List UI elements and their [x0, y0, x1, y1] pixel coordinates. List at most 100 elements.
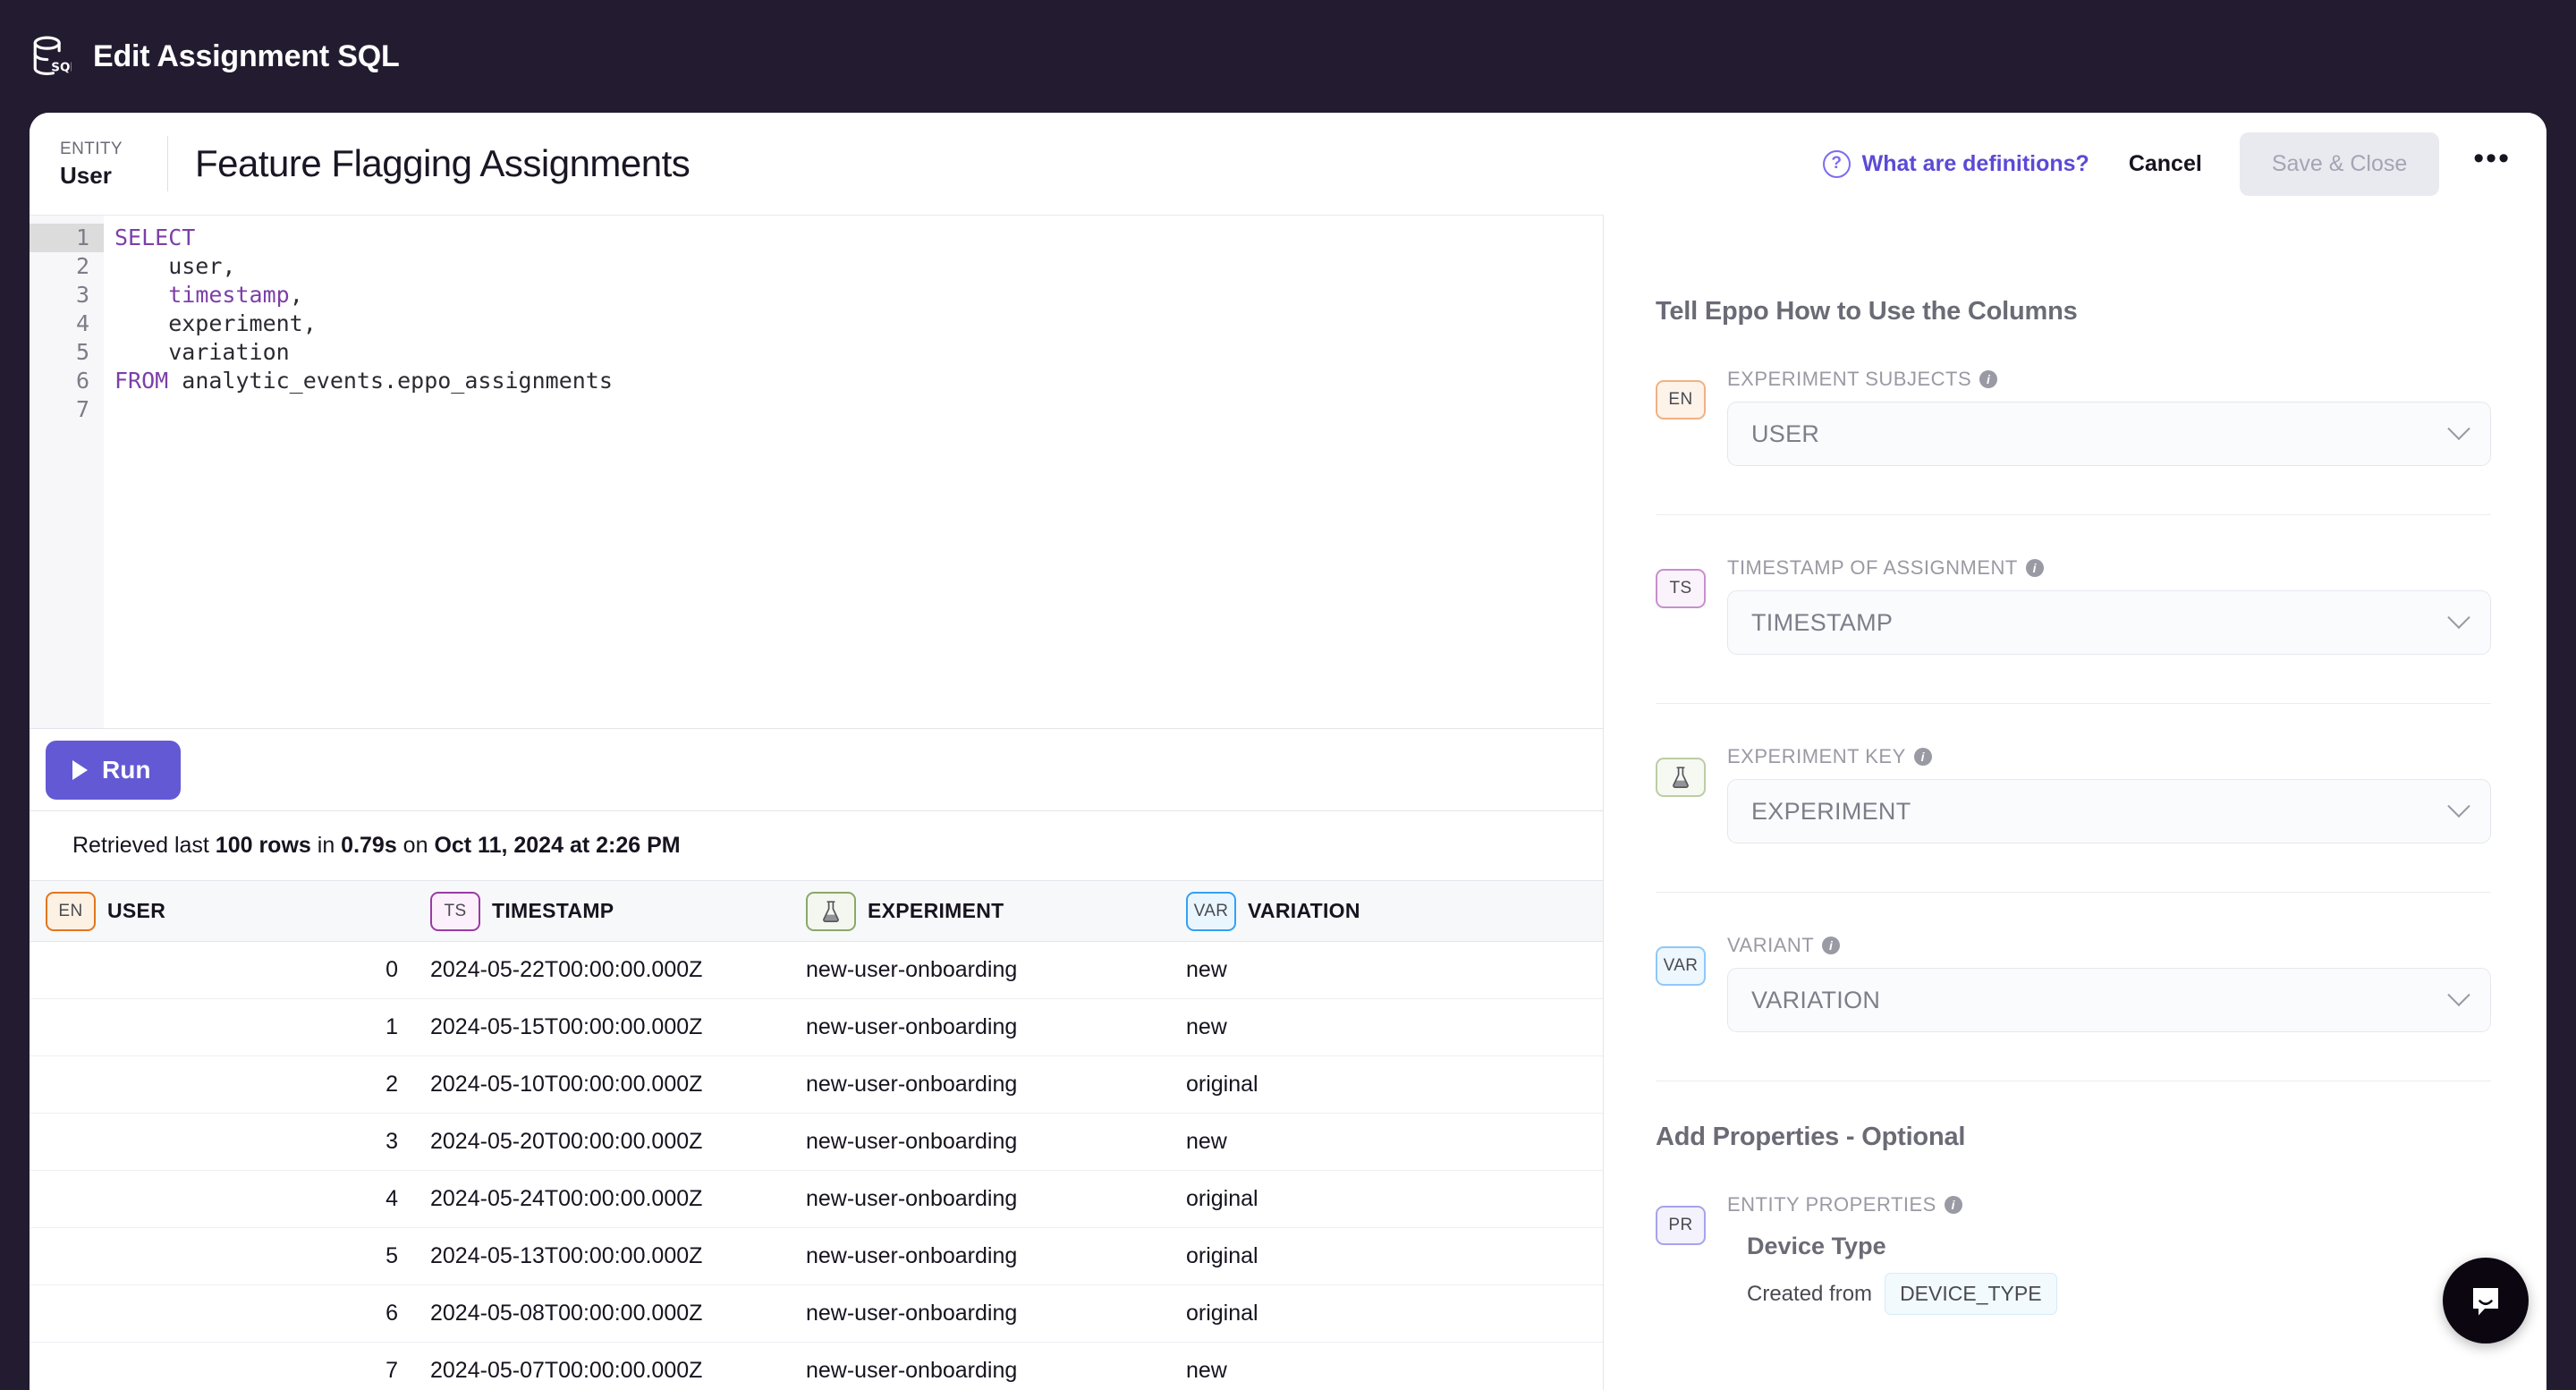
field-experiment-key: EXPERIMENT KEY i EXPERIMENT	[1656, 745, 2491, 893]
property-name: Device Type	[1747, 1233, 2491, 1260]
flask-icon	[821, 900, 841, 923]
cancel-button[interactable]: Cancel	[2120, 139, 2211, 190]
sql-editor[interactable]: 1 2 3 4 5 6 7 SELECT user, timestamp, ex…	[30, 215, 1603, 728]
table-row: 7 2024-05-07T00:00:00.000Z new-user-onbo…	[30, 1343, 1603, 1390]
info-icon[interactable]: i	[2026, 559, 2044, 577]
sql-line-3-tail: ,	[290, 282, 303, 308]
field-label: ENTITY PROPERTIES i	[1727, 1193, 2491, 1216]
type-badge-variant: VAR	[1186, 892, 1236, 931]
cell-user: 3	[30, 1114, 414, 1171]
created-from-chip[interactable]: DEVICE_TYPE	[1885, 1273, 2057, 1315]
intercom-launcher-button[interactable]	[2443, 1258, 2529, 1343]
page-title: Feature Flagging Assignments	[195, 142, 690, 185]
overflow-menu-icon[interactable]: •••	[2470, 142, 2514, 185]
column-label: TIMESTAMP	[492, 899, 614, 923]
cell-timestamp: 2024-05-08T00:00:00.000Z	[414, 1285, 790, 1343]
type-badge-variant: VAR	[1656, 946, 1706, 986]
cell-user: 1	[30, 999, 414, 1056]
chat-bubble-icon	[2465, 1280, 2506, 1321]
field-label-text: EXPERIMENT SUBJECTS	[1727, 368, 1971, 391]
type-badge-experiment	[806, 892, 856, 931]
save-and-close-button[interactable]: Save & Close	[2240, 132, 2439, 196]
info-icon[interactable]: i	[1979, 370, 1997, 388]
app-title: Edit Assignment SQL	[93, 39, 400, 74]
cell-experiment: new-user-onboarding	[790, 1056, 1170, 1114]
cell-variation: new	[1170, 1114, 1603, 1171]
field-timestamp-of-assignment: TS TIMESTAMP OF ASSIGNMENT i TIMESTAMP	[1656, 556, 2491, 704]
type-badge-timestamp: TS	[1656, 569, 1706, 608]
run-toolbar: Run	[30, 728, 1603, 810]
sql-line-4: experiment,	[114, 310, 317, 336]
svg-text:SQL: SQL	[51, 62, 72, 75]
cell-timestamp: 2024-05-22T00:00:00.000Z	[414, 942, 790, 999]
field-entity-properties: PR ENTITY PROPERTIES i Device Type Creat…	[1656, 1193, 2491, 1363]
modal-header: ENTITY User Feature Flagging Assignments…	[30, 113, 2546, 215]
cell-timestamp: 2024-05-07T00:00:00.000Z	[414, 1343, 790, 1390]
database-sql-icon: SQL	[32, 36, 72, 77]
sql-from-table: analytic_events.eppo_assignments	[168, 368, 613, 394]
entity-block: ENTITY User	[60, 138, 167, 190]
cell-user: 5	[30, 1228, 414, 1285]
experiment-subjects-select[interactable]: USER	[1727, 402, 2491, 466]
chevron-down-icon	[2447, 418, 2470, 440]
cell-variation: original	[1170, 1056, 1603, 1114]
experiment-key-select[interactable]: EXPERIMENT	[1727, 779, 2491, 843]
columns-section-heading: Tell Eppo How to Use the Columns	[1656, 297, 2491, 326]
type-badge-entity: EN	[46, 892, 96, 931]
entity-label: ENTITY	[60, 138, 142, 161]
field-label-text: EXPERIMENT KEY	[1727, 745, 1906, 768]
table-row: 0 2024-05-22T00:00:00.000Z new-user-onbo…	[30, 942, 1603, 999]
flask-icon	[1671, 766, 1690, 789]
what-are-definitions-link[interactable]: ? What are definitions?	[1823, 150, 2089, 178]
results-table-container[interactable]: EN USER TS TIMESTAMP	[30, 880, 1603, 1390]
sql-keyword-select: SELECT	[114, 225, 195, 250]
column-header-variation[interactable]: VAR VARIATION	[1170, 881, 1603, 942]
info-icon[interactable]: i	[1822, 937, 1840, 954]
field-label: EXPERIMENT SUBJECTS i	[1727, 368, 2491, 391]
line-number: 7	[30, 395, 104, 424]
select-value: EXPERIMENT	[1751, 798, 1911, 826]
header-actions: ? What are definitions? Cancel Save & Cl…	[1823, 132, 2514, 196]
field-experiment-subjects: EN EXPERIMENT SUBJECTS i USER	[1656, 368, 2491, 515]
chevron-down-icon	[2447, 795, 2470, 818]
run-button[interactable]: Run	[46, 741, 181, 800]
timestamp-select[interactable]: TIMESTAMP	[1727, 590, 2491, 655]
sql-code-content[interactable]: SELECT user, timestamp, experiment, vari…	[104, 216, 1603, 728]
column-header-experiment[interactable]: EXPERIMENT	[790, 881, 1170, 942]
created-from-label: Created from	[1747, 1282, 1872, 1307]
table-row: 3 2024-05-20T00:00:00.000Z new-user-onbo…	[30, 1114, 1603, 1171]
info-icon[interactable]: i	[1914, 748, 1932, 766]
type-badge-timestamp: TS	[430, 892, 480, 931]
chevron-down-icon	[2447, 984, 2470, 1006]
sql-col-timestamp: timestamp	[168, 282, 289, 308]
status-on: on	[397, 833, 435, 859]
status-timestamp: Oct 11, 2024 at 2:26 PM	[434, 833, 680, 859]
select-value: VARIATION	[1751, 987, 1880, 1014]
left-pane: 1 2 3 4 5 6 7 SELECT user, timestamp, ex…	[30, 215, 1604, 1390]
info-icon[interactable]: i	[1945, 1196, 1962, 1214]
status-row-count: 100 rows	[216, 833, 311, 859]
type-badge-entity: EN	[1656, 380, 1706, 420]
column-label: VARIATION	[1248, 899, 1360, 923]
cell-experiment: new-user-onboarding	[790, 942, 1170, 999]
edit-assignment-sql-modal: ENTITY User Feature Flagging Assignments…	[30, 113, 2546, 1390]
cell-timestamp: 2024-05-10T00:00:00.000Z	[414, 1056, 790, 1114]
variant-select[interactable]: VARIATION	[1727, 968, 2491, 1032]
column-label: USER	[107, 899, 165, 923]
column-header-user[interactable]: EN USER	[30, 881, 414, 942]
results-table-body: 0 2024-05-22T00:00:00.000Z new-user-onbo…	[30, 942, 1603, 1390]
cell-timestamp: 2024-05-20T00:00:00.000Z	[414, 1114, 790, 1171]
cell-user: 0	[30, 942, 414, 999]
question-mark-icon: ?	[1823, 150, 1851, 178]
editor-gutter: 1 2 3 4 5 6 7	[30, 216, 104, 728]
cell-variation: original	[1170, 1285, 1603, 1343]
line-number: 1	[30, 224, 104, 252]
table-row: 1 2024-05-15T00:00:00.000Z new-user-onbo…	[30, 999, 1603, 1056]
column-header-timestamp[interactable]: TS TIMESTAMP	[414, 881, 790, 942]
cell-experiment: new-user-onboarding	[790, 1285, 1170, 1343]
cell-timestamp: 2024-05-13T00:00:00.000Z	[414, 1228, 790, 1285]
status-prefix: Retrieved last	[72, 833, 216, 859]
results-table: EN USER TS TIMESTAMP	[30, 880, 1603, 1390]
cell-variation: new	[1170, 942, 1603, 999]
cell-user: 7	[30, 1343, 414, 1390]
